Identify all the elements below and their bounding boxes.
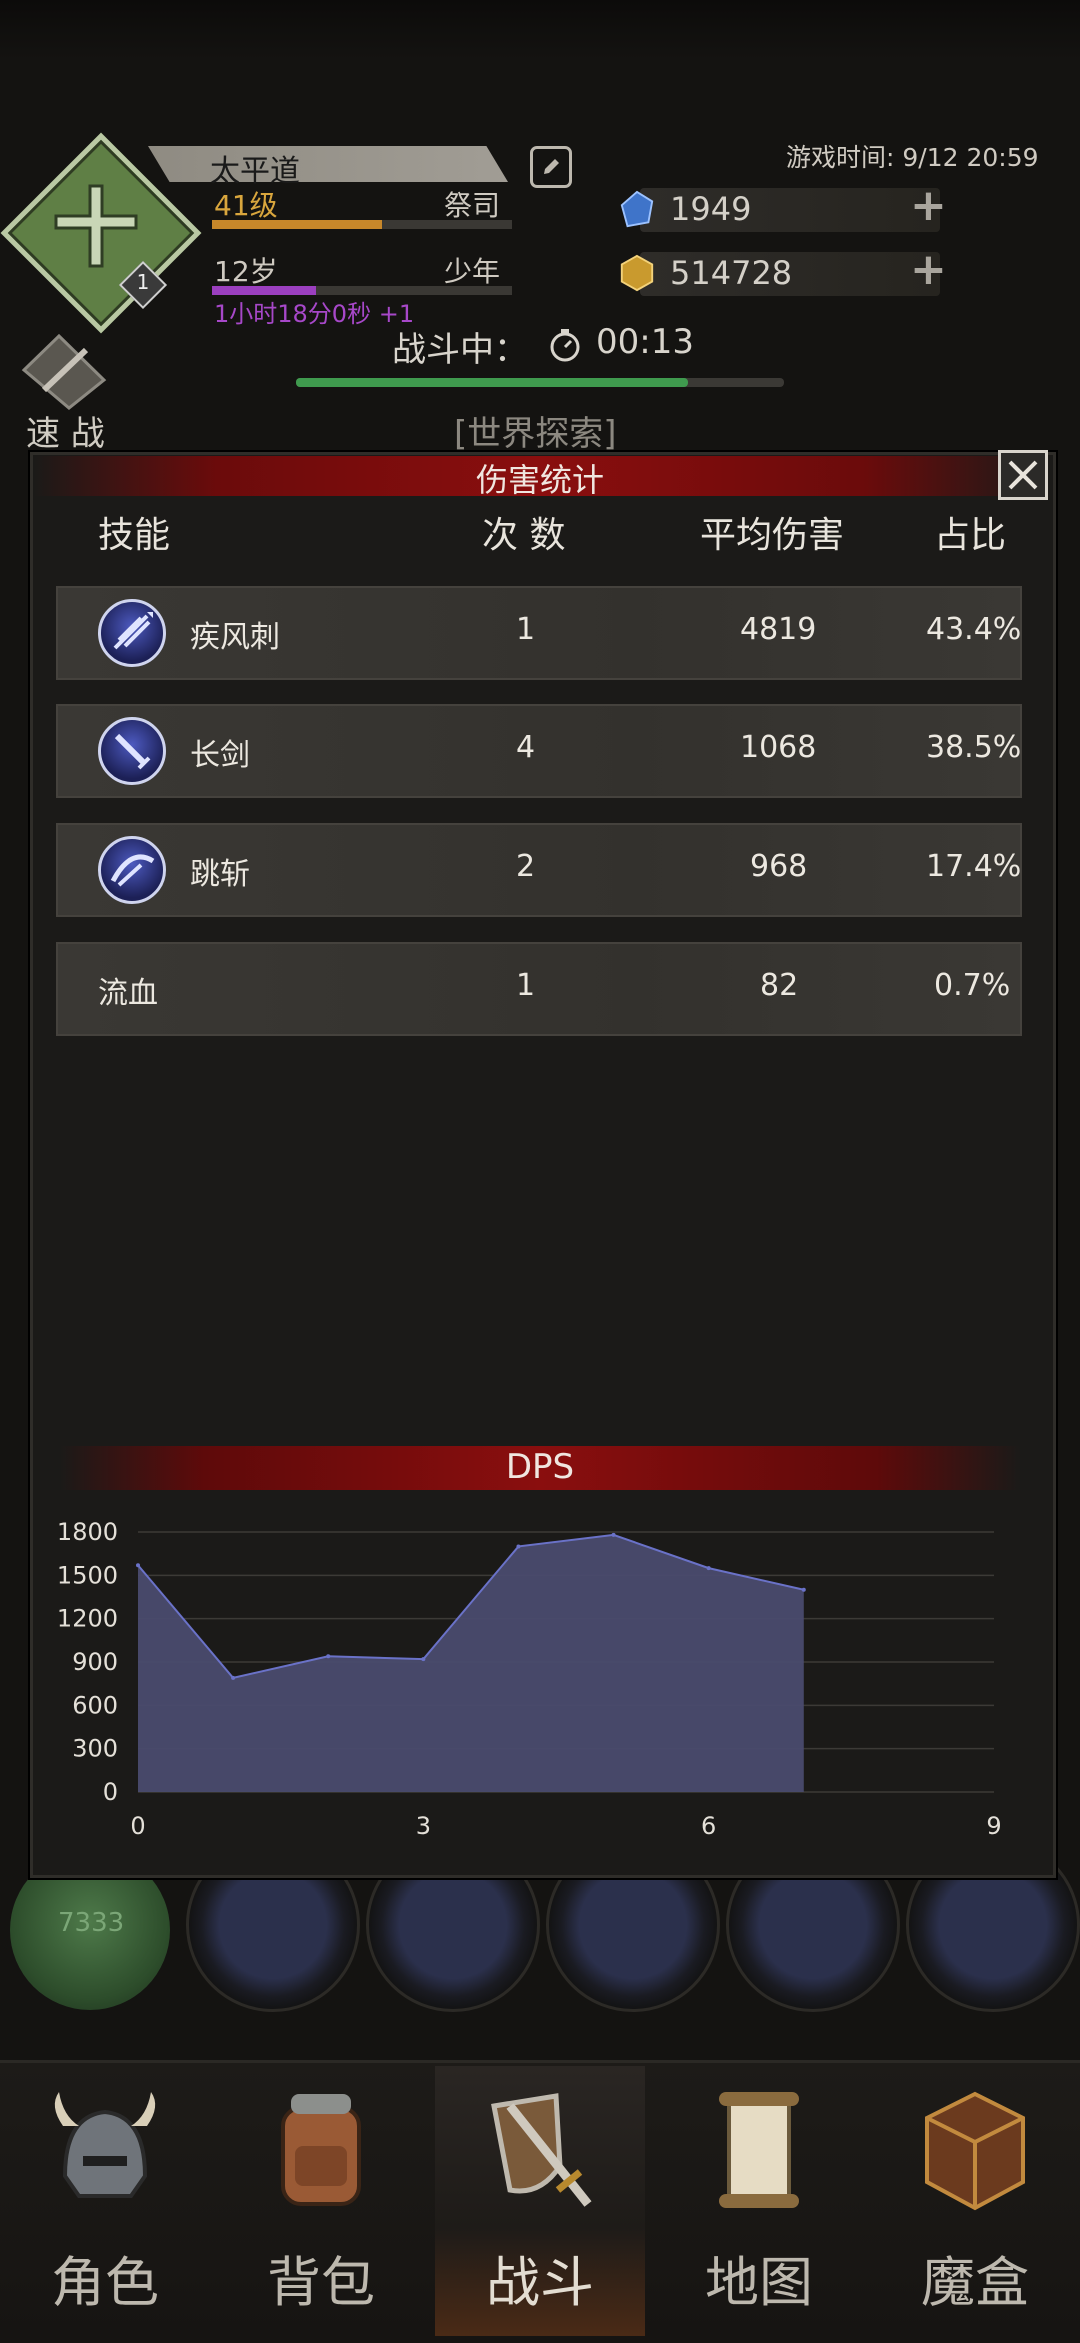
rank-badge-value: 1 [136, 270, 150, 294]
age-timer: 1小时18分0秒 +1 [214, 300, 415, 328]
y-tick-label: 0 [103, 1778, 118, 1806]
stopwatch-icon [550, 329, 580, 362]
top-fade [0, 0, 1080, 60]
hit-count: 2 [516, 849, 536, 884]
x-tick-label: 6 [701, 1812, 716, 1840]
column-count: 次 数 [482, 515, 566, 556]
hit-count: 1 [516, 612, 536, 647]
nav-backpack[interactable]: 背包 [216, 2066, 426, 2336]
nav-label: 魔盒 [921, 2251, 1029, 2314]
exp-bar-fill [212, 220, 382, 229]
shield-sword-icon [491, 2093, 592, 2207]
avg-damage: 4819 [740, 612, 817, 647]
cross-icon [54, 184, 138, 268]
damage-ratio: 0.7% [934, 968, 1011, 1003]
x-tick-label: 9 [986, 1812, 1001, 1840]
column-avg-damage: 平均伤害 [700, 515, 845, 556]
nav-battle[interactable]: 战斗 [435, 2066, 645, 2336]
avg-damage: 968 [750, 849, 808, 884]
nav-label: 地图 [705, 2251, 813, 2314]
dps-point [136, 1563, 140, 1568]
nav-character[interactable]: 角色 [0, 2066, 210, 2336]
column-ratio: 占比 [934, 515, 1007, 556]
nav-label: 背包 [267, 2251, 375, 2314]
dps-chart: 0 300 600 900 1200 1500 1800 0 3 6 9 [57, 1518, 1002, 1840]
longsword-icon [98, 717, 166, 785]
pencil-icon [544, 159, 559, 174]
nav-label: 角色 [51, 2251, 159, 2314]
column-skill: 技能 [98, 515, 171, 556]
name-plate [148, 146, 508, 182]
dps-point [516, 1544, 521, 1549]
dps-point [326, 1654, 331, 1659]
y-tick-label: 900 [72, 1648, 118, 1676]
dps-point [421, 1657, 426, 1662]
age-stage: 少年 [444, 255, 501, 288]
scroll-map-icon [719, 2092, 799, 2208]
dialog-title: 伤害统计 [475, 461, 604, 499]
skill-name: 长剑 [190, 738, 250, 773]
backpack-icon [281, 2094, 361, 2206]
damage-ratio: 38.5% [926, 730, 1022, 765]
damage-ratio: 43.4% [926, 612, 1022, 647]
dps-point [706, 1566, 711, 1571]
table-row[interactable] [56, 942, 1022, 1036]
gold-gem-icon [620, 254, 654, 292]
skill-name: 跳斩 [190, 857, 250, 892]
skill-name: 疾风刺 [190, 620, 280, 655]
world-explore-label[interactable]: [世界探索] [454, 406, 617, 455]
game-time: 游戏时间: 9/12 20:59 [786, 143, 1039, 172]
dps-title: DPS [505, 1447, 575, 1487]
character-class: 祭司 [444, 189, 501, 222]
skill-name: 流血 [98, 976, 158, 1011]
nav-label: 战斗 [486, 2251, 594, 2314]
avg-damage: 82 [760, 968, 799, 1003]
dps-point [231, 1675, 236, 1680]
character-level: 41级 [214, 189, 278, 222]
add-gold-button[interactable]: + [910, 244, 947, 295]
nav-magic-box[interactable]: 魔盒 [870, 2066, 1080, 2336]
y-tick-label: 1200 [57, 1605, 118, 1633]
hit-count: 1 [516, 968, 536, 1003]
dps-point [801, 1587, 806, 1592]
quick-battle-label: 速 战 [26, 414, 105, 454]
nav-map[interactable]: 地图 [654, 2066, 864, 2336]
dps-point [611, 1532, 616, 1537]
battle-timer: 00:13 [596, 322, 694, 362]
x-tick-label: 0 [130, 1812, 145, 1840]
leap-slash-icon [98, 836, 166, 904]
character-age: 12岁 [214, 255, 278, 288]
y-tick-label: 600 [72, 1691, 118, 1719]
gem-count: 1949 [670, 190, 752, 228]
helmet-icon [54, 2092, 156, 2198]
y-tick-label: 1800 [57, 1518, 118, 1546]
y-tick-label: 300 [72, 1735, 118, 1763]
add-gems-button[interactable]: + [910, 180, 947, 231]
battle-state: 战斗中： [392, 330, 528, 370]
blue-gem-icon [620, 190, 654, 228]
hp-value: 7333 [58, 1908, 125, 1938]
gold-count: 514728 [670, 254, 793, 292]
edit-name-button[interactable] [530, 146, 572, 188]
x-tick-label: 3 [416, 1812, 431, 1840]
close-button[interactable] [998, 450, 1048, 500]
hit-count: 4 [516, 730, 536, 765]
close-icon [1008, 460, 1038, 490]
avg-damage: 1068 [740, 730, 817, 765]
magic-box-icon [925, 2091, 1025, 2211]
battle-progress-fill [296, 378, 688, 387]
y-tick-label: 1500 [57, 1561, 118, 1589]
quick-battle-icon[interactable] [14, 330, 114, 410]
wind-thrust-icon [98, 599, 166, 667]
dps-area [138, 1534, 804, 1792]
damage-ratio: 17.4% [926, 849, 1022, 884]
